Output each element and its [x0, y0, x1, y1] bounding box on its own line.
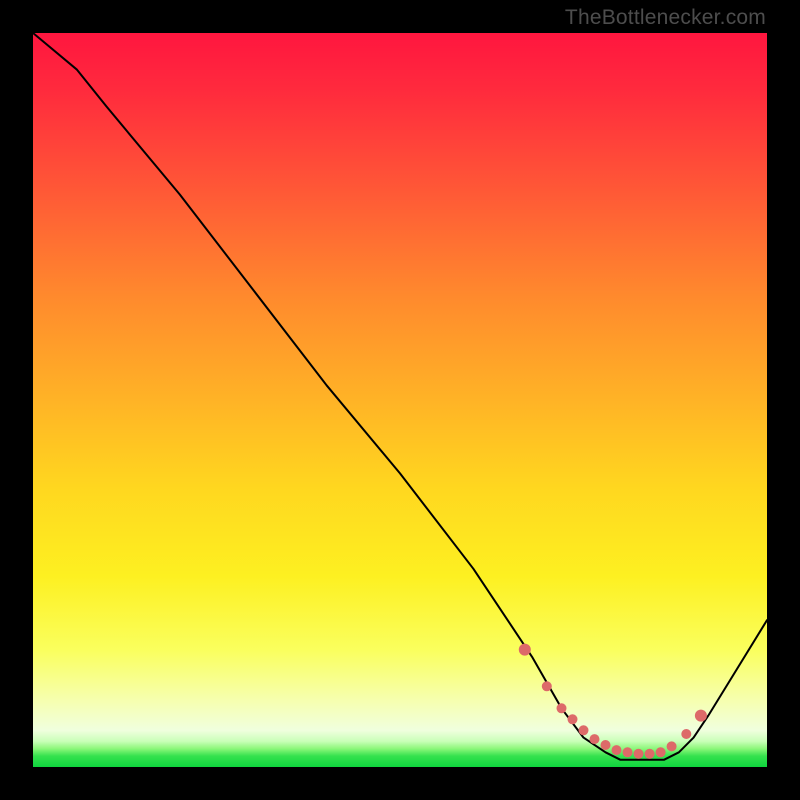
- highlight-dot: [634, 749, 644, 759]
- highlight-dot: [519, 644, 531, 656]
- highlight-dot: [601, 740, 611, 750]
- highlight-dot: [542, 681, 552, 691]
- bottleneck-curve: [33, 33, 767, 760]
- plot-area: [33, 33, 767, 767]
- highlight-dot: [695, 710, 707, 722]
- highlight-dot: [681, 729, 691, 739]
- watermark-text: TheBottlenecker.com: [565, 6, 766, 30]
- curve-svg: [33, 33, 767, 767]
- highlight-dot: [656, 747, 666, 757]
- highlight-dot: [579, 725, 589, 735]
- highlight-dots: [519, 644, 707, 759]
- highlight-dot: [568, 714, 578, 724]
- highlight-dot: [645, 749, 655, 759]
- chart-frame: TheBottlenecker.com: [0, 0, 800, 800]
- highlight-dot: [612, 745, 622, 755]
- highlight-dot: [623, 747, 633, 757]
- highlight-dot: [590, 734, 600, 744]
- highlight-dot: [667, 741, 677, 751]
- highlight-dot: [557, 703, 567, 713]
